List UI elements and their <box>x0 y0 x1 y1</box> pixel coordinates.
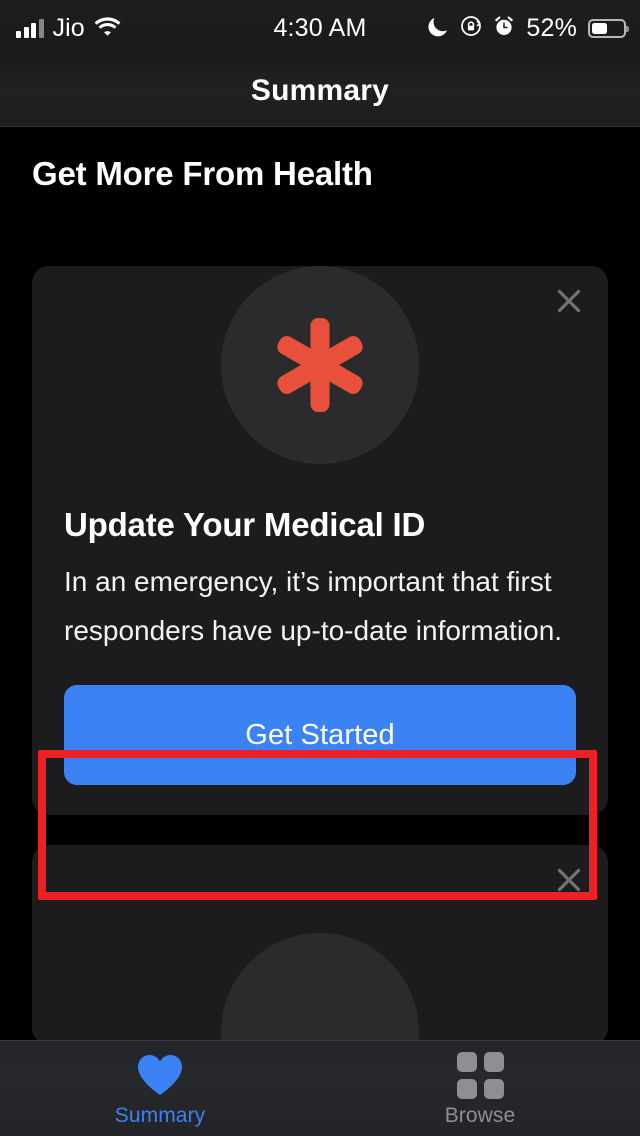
section-heading: Get More From Health <box>32 155 373 192</box>
page-title: Summary <box>250 74 390 107</box>
medical-id-card[interactable]: Update Your Medical ID In an emergency, … <box>32 266 608 815</box>
second-suggestion-card[interactable] <box>32 845 608 1040</box>
tab-summary-label: Summary <box>114 1104 206 1127</box>
get-started-button[interactable]: Get Started <box>64 685 576 785</box>
tab-browse-label: Browse <box>444 1104 516 1127</box>
alarm-icon <box>493 15 515 42</box>
tab-bar: Summary Browse <box>0 1040 640 1136</box>
navigation-bar: Summary <box>0 56 640 127</box>
medical-id-asterisk-icon <box>277 317 363 413</box>
clock-time: 4:30 AM <box>273 13 367 42</box>
grid-icon <box>456 1051 504 1099</box>
phone-screen: Jio 4:30 AM 52% Summary Get More From He… <box>0 0 640 1136</box>
tab-browse[interactable]: Browse <box>320 1041 640 1136</box>
card-icon-circle <box>221 933 419 1040</box>
close-x-glyph <box>557 868 581 892</box>
moon-icon <box>428 15 449 42</box>
medical-id-icon-circle <box>221 266 419 464</box>
tab-summary[interactable]: Summary <box>0 1041 320 1136</box>
battery-percent: 52% <box>526 13 577 42</box>
content-scroll-area[interactable]: Get More From Health Update Your Medical… <box>0 128 640 1040</box>
close-x-glyph <box>557 289 581 313</box>
heart-icon <box>136 1053 184 1097</box>
close-icon[interactable] <box>552 284 586 318</box>
cta-container: Get Started <box>64 685 576 785</box>
battery-icon <box>588 18 629 38</box>
rotation-lock-icon <box>460 15 482 42</box>
status-bar: Jio 4:30 AM 52% <box>0 0 640 56</box>
card-description: In an emergency, it’s important that fir… <box>64 566 563 646</box>
get-started-label: Get Started <box>245 718 395 751</box>
status-bar-right: 52% <box>428 0 629 56</box>
card-title: Update Your Medical ID <box>64 506 426 543</box>
close-icon[interactable] <box>552 863 586 897</box>
